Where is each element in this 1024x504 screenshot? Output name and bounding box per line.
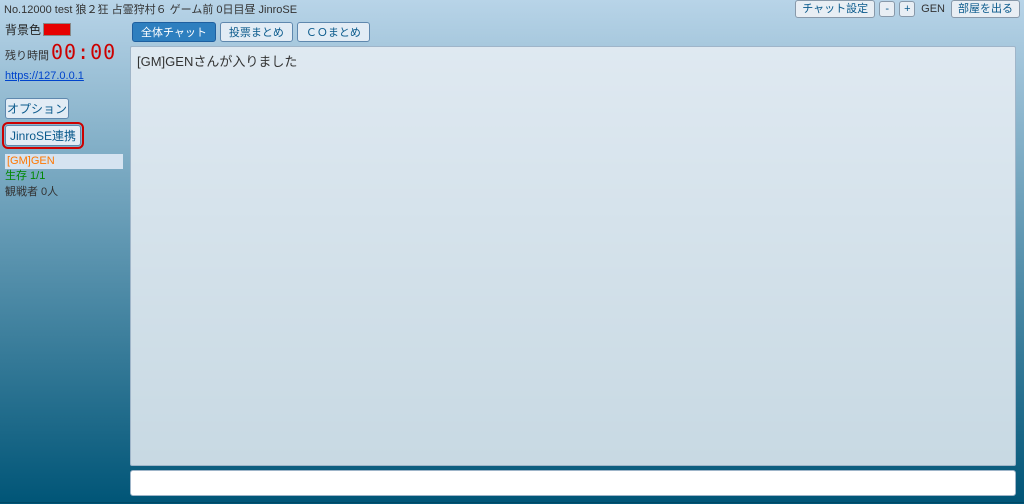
option-button[interactable]: オプション: [5, 98, 69, 119]
topbar: No.12000 test 狼２狂 占霊狩村６ ゲーム前 0日目昼 JinroS…: [0, 0, 1024, 18]
sidebar: 背景色 残り時間 00:00 https://127.0.0.1 オプション J…: [0, 18, 128, 504]
gm-player-line[interactable]: [GM]GEN: [5, 154, 123, 169]
alive-count: 生存 1/1: [5, 169, 123, 184]
footer-divider: [0, 502, 1024, 503]
chat-settings-button[interactable]: チャット設定: [795, 0, 875, 18]
time-remaining: 00:00: [51, 40, 116, 64]
tab-vote-summary[interactable]: 投票まとめ: [220, 22, 293, 42]
leave-room-button[interactable]: 部屋を出る: [951, 0, 1020, 18]
tab-co-summary[interactable]: ＣＯまとめ: [297, 22, 370, 42]
chat-log[interactable]: [GM]GENさんが入りました: [130, 46, 1016, 466]
tab-all-chat[interactable]: 全体チャット: [132, 22, 216, 42]
status-block: [GM]GEN 生存 1/1 観戦者 0人: [5, 154, 123, 200]
tabbar: 全体チャット 投票まとめ ＣＯまとめ: [130, 22, 1016, 42]
topbar-right: チャット設定 - + GEN 部屋を出る: [795, 0, 1020, 18]
spectator-count: 観戦者 0人: [5, 185, 123, 200]
bg-color-swatch[interactable]: [43, 23, 71, 36]
jinrose-link-button[interactable]: JinroSE連携: [5, 125, 81, 146]
bg-color-label: 背景色: [5, 21, 41, 38]
chat-line: [GM]GENさんが入りました: [137, 51, 1009, 70]
current-user-label: GEN: [919, 3, 947, 15]
zoom-in-button[interactable]: +: [899, 1, 915, 17]
window-title: No.12000 test 狼２狂 占霊狩村６ ゲーム前 0日目昼 JinroS…: [4, 1, 795, 17]
server-link[interactable]: https://127.0.0.1: [5, 70, 123, 82]
time-label: 残り時間: [5, 47, 49, 63]
zoom-out-button[interactable]: -: [879, 1, 895, 17]
main-area: 全体チャット 投票まとめ ＣＯまとめ [GM]GENさんが入りました: [128, 18, 1024, 504]
chat-input[interactable]: [130, 470, 1016, 496]
